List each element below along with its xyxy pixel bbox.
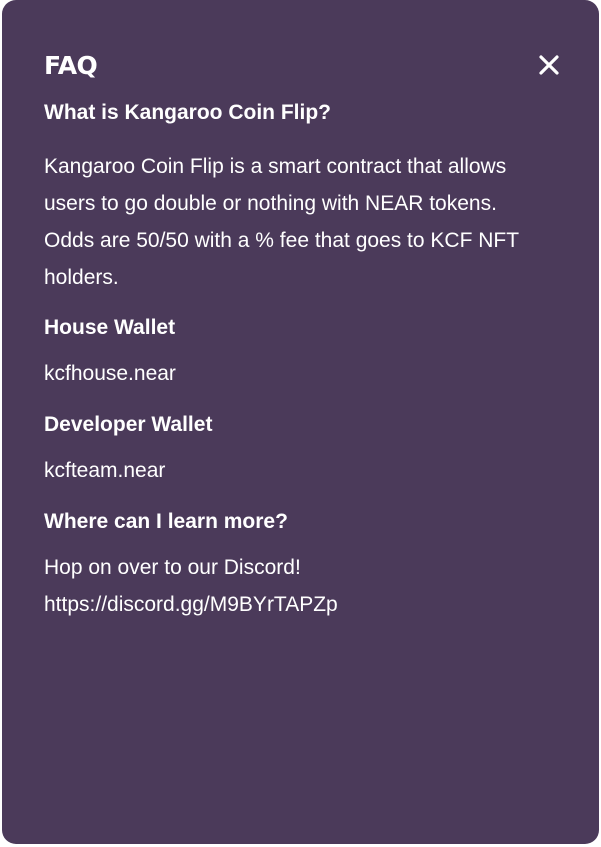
faq-question-house-wallet: House Wallet bbox=[44, 316, 176, 339]
close-icon bbox=[539, 55, 559, 75]
faq-answer-developer-wallet: kcfteam.near bbox=[44, 459, 166, 482]
faq-answer-what-is-kcf: Kangaroo Coin Flip is a smart contract t… bbox=[44, 155, 519, 289]
faq-answer-house-wallet: kcfhouse.near bbox=[44, 362, 176, 385]
faq-list: What is Kangaroo Coin Flip? Kangaroo Coi… bbox=[44, 98, 559, 623]
faq-question-developer-wallet: Developer Wallet bbox=[44, 413, 213, 436]
close-button[interactable] bbox=[536, 52, 562, 78]
faq-modal: FAQ What is Kangaroo Coin Flip? Kangaroo… bbox=[2, 0, 599, 844]
faq-question-learn-more: Where can I learn more? bbox=[44, 510, 288, 533]
faq-question-what-is-kcf: What is Kangaroo Coin Flip? bbox=[44, 101, 331, 124]
modal-title: FAQ bbox=[44, 51, 98, 80]
faq-answer-learn-more: Hop on over to our Discord! https://disc… bbox=[44, 556, 338, 616]
